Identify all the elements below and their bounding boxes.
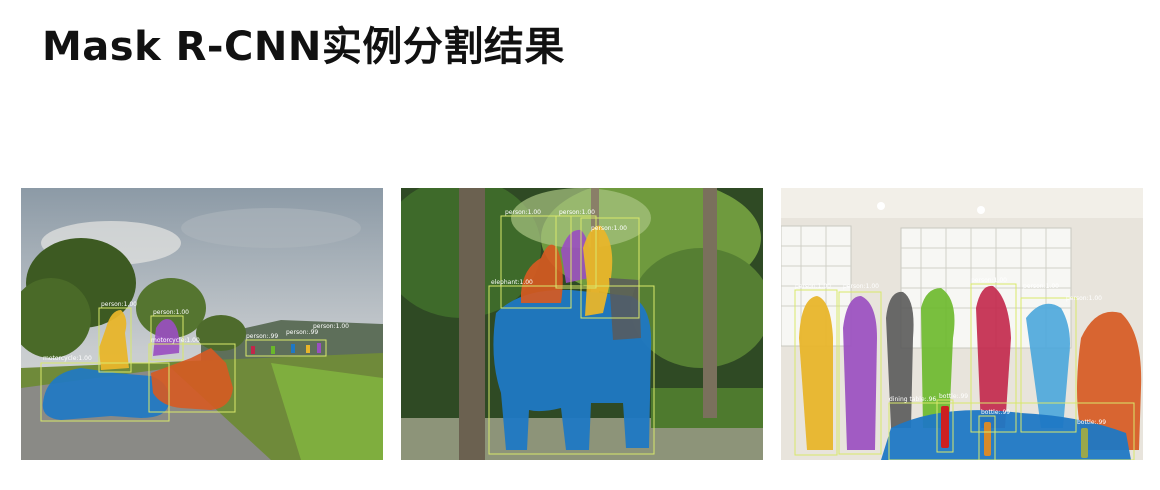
label-person-orange: person:1.00 bbox=[505, 209, 541, 216]
segmentation-image-elephant-svg: person:1.00 person:1.00 elephant:1.00 pe… bbox=[401, 188, 763, 460]
label-person-distant-3: person:1.00 bbox=[313, 323, 349, 330]
label-motorcycle-orange: motorcycle:1.00 bbox=[151, 337, 200, 344]
segmentation-image-indoor-group: person:1.00 person:1.00 person:1.00 pers… bbox=[781, 188, 1143, 460]
mask-person-gray bbox=[886, 291, 914, 428]
label-dining-table: dining table:.96 bbox=[889, 396, 936, 403]
label-person-3: person:1.00 bbox=[971, 277, 1007, 284]
segmentation-image-motorcycles: person:1.00 person:1.00 motorcycle:1.00 … bbox=[21, 188, 383, 460]
mask-bottle-olive bbox=[1081, 428, 1088, 458]
segmentation-image-elephant: person:1.00 person:1.00 elephant:1.00 pe… bbox=[401, 188, 763, 460]
label-bottle-3: bottle:.99 bbox=[1077, 419, 1106, 426]
mask-person-crimson bbox=[976, 285, 1011, 428]
segmentation-image-motorcycles-svg: person:1.00 person:1.00 motorcycle:1.00 … bbox=[21, 188, 383, 460]
label-person-yellow: person:1.00 bbox=[101, 301, 137, 308]
mask-person-purple bbox=[843, 296, 877, 450]
segmentation-image-indoor-group-svg: person:1.00 person:1.00 person:1.00 pers… bbox=[781, 188, 1143, 460]
slide-title: Mask R-CNN实例分割结果 bbox=[42, 24, 565, 70]
mask-person-green bbox=[921, 288, 955, 428]
label-person-1: person:1.00 bbox=[795, 283, 831, 290]
label-person-yellow: person:1.00 bbox=[591, 225, 627, 232]
label-person-distant-1: person:.99 bbox=[246, 333, 278, 340]
label-bottle-1: bottle:.99 bbox=[939, 393, 968, 400]
label-elephant: elephant:1.00 bbox=[491, 279, 533, 286]
label-person-4: person:1.00 bbox=[1023, 283, 1059, 290]
label-person-purple: person:1.00 bbox=[559, 209, 595, 216]
label-bottle-2: bottle:.99 bbox=[981, 409, 1010, 416]
label-person-5: person:1.00 bbox=[1066, 295, 1102, 302]
label-person-purple: person:1.00 bbox=[153, 309, 189, 316]
label-person-distant-2: person:.99 bbox=[286, 329, 318, 336]
label-motorcycle-blue: motorcycle:1.00 bbox=[43, 355, 92, 362]
mask-bottle-red bbox=[941, 406, 949, 448]
label-person-2: person:1.00 bbox=[843, 283, 879, 290]
mask-bottle-orange bbox=[984, 422, 991, 456]
